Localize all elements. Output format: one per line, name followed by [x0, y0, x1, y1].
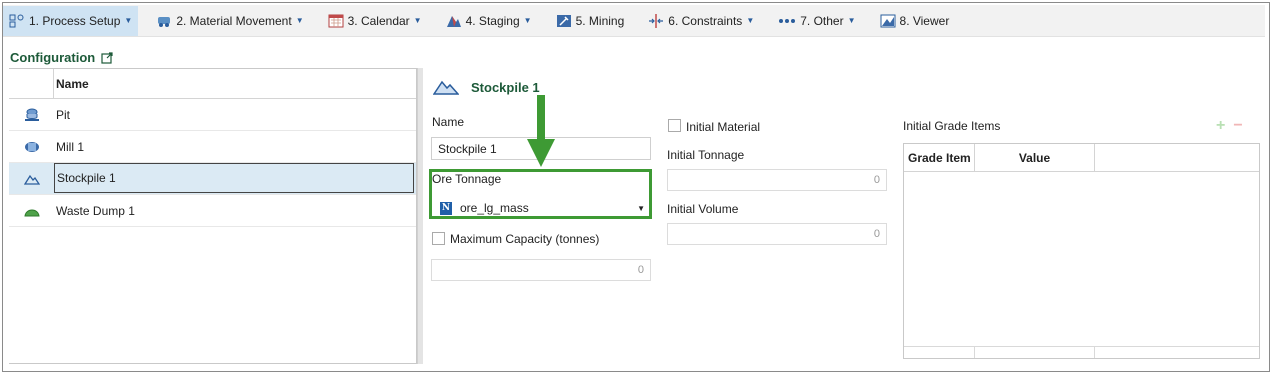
grade-item-column-header[interactable]: Grade Item — [904, 144, 975, 171]
grade-table-header: Grade Item Value — [904, 144, 1259, 172]
annotation-highlight-box — [429, 169, 652, 219]
calendar-icon — [328, 14, 344, 27]
chevron-down-icon: ▼ — [295, 16, 304, 25]
list-item-pit[interactable]: Pit — [9, 99, 416, 131]
value-column-header[interactable]: Value — [975, 144, 1095, 171]
element-list: Name Pit Mill 1 Stockpile 1 Waste Dump 1 — [9, 68, 417, 364]
tab-other[interactable]: 7. Other ▼ — [772, 6, 861, 36]
external-link-icon[interactable] — [101, 51, 113, 64]
remove-icon[interactable]: − — [1233, 117, 1242, 135]
waste-dump-icon — [23, 209, 40, 216]
main-toolbar: 1. Process Setup ▼ 2. Material Movement ▼ … — [3, 5, 1265, 37]
tab-staging-label: 4. Staging — [465, 13, 520, 28]
tab-other-label: 7. Other — [800, 13, 844, 28]
max-capacity-label: Maximum Capacity (tonnes) — [450, 232, 600, 246]
tab-calendar-label: 3. Calendar — [347, 13, 410, 28]
initial-tonnage-field[interactable]: 0 — [667, 169, 887, 191]
list-item-label: Pit — [56, 107, 71, 122]
list-header: Name — [9, 69, 416, 99]
tab-calendar[interactable]: 3. Calendar ▼ — [322, 6, 428, 36]
ellipsis-icon — [779, 18, 796, 23]
initial-volume-label: Initial Volume — [667, 202, 739, 216]
initial-material-label: Initial Material — [686, 120, 761, 134]
tab-viewer-label: 8. Viewer — [899, 13, 950, 28]
detail-title: Stockpile 1 — [433, 78, 540, 96]
grade-items-actions: + − — [1216, 117, 1243, 135]
stockpile-icon — [433, 80, 459, 95]
tab-viewer[interactable]: 8. Viewer — [874, 6, 956, 36]
max-capacity-checkbox[interactable] — [432, 232, 445, 245]
tab-mining-label: 5. Mining — [575, 13, 625, 28]
grade-items-table: Grade Item Value — [903, 143, 1260, 359]
icon-column-header — [9, 69, 54, 98]
initial-volume-field[interactable]: 0 — [667, 223, 887, 245]
mill-icon — [24, 141, 39, 152]
list-item-waste-dump[interactable]: Waste Dump 1 — [9, 195, 416, 227]
detail-title-text: Stockpile 1 — [471, 79, 540, 95]
chevron-down-icon: ▼ — [413, 16, 422, 25]
tab-material-movement[interactable]: 2. Material Movement ▼ — [150, 6, 309, 36]
tab-process-setup-label: 1. Process Setup — [29, 13, 121, 28]
configuration-title: Configuration — [10, 50, 113, 65]
list-item-label: Stockpile 1 — [54, 163, 414, 193]
list-item-label: Mill 1 — [56, 139, 85, 154]
configuration-title-text: Configuration — [10, 50, 96, 65]
list-item-mill[interactable]: Mill 1 — [9, 131, 416, 163]
panel-splitter[interactable] — [417, 68, 423, 364]
grade-items-label: Initial Grade Items — [903, 119, 1001, 133]
stockpile-icon — [23, 174, 40, 185]
chevron-down-icon: ▼ — [124, 16, 133, 25]
tab-mining[interactable]: 5. Mining — [550, 6, 631, 36]
initial-tonnage-label: Initial Tonnage — [667, 148, 745, 162]
list-item-label: Waste Dump 1 — [56, 203, 135, 218]
pit-icon — [24, 108, 39, 121]
mining-icon — [556, 14, 571, 27]
tab-constraints-label: 6. Constraints — [668, 13, 743, 28]
add-icon[interactable]: + — [1216, 117, 1225, 135]
constraints-icon — [649, 13, 664, 28]
process-setup-icon — [9, 14, 24, 27]
chevron-down-icon: ▼ — [746, 16, 755, 25]
name-column-header[interactable]: Name — [54, 77, 89, 91]
grade-table-footer — [904, 346, 1259, 358]
staging-icon — [446, 15, 461, 27]
annotation-arrow-icon — [527, 95, 555, 167]
chevron-down-icon: ▼ — [523, 16, 532, 25]
max-capacity-field[interactable]: 0 — [431, 259, 651, 281]
chevron-down-icon: ▼ — [847, 16, 856, 25]
tab-process-setup[interactable]: 1. Process Setup ▼ — [3, 5, 139, 36]
tab-staging[interactable]: 4. Staging ▼ — [440, 6, 538, 36]
list-item-stockpile[interactable]: Stockpile 1 — [9, 163, 416, 195]
name-label: Name — [432, 115, 465, 129]
tab-material-movement-label: 2. Material Movement — [176, 13, 292, 28]
viewer-icon — [880, 14, 896, 27]
initial-material-checkbox[interactable] — [668, 119, 681, 132]
truck-icon — [158, 16, 171, 27]
tab-constraints[interactable]: 6. Constraints ▼ — [642, 6, 760, 36]
